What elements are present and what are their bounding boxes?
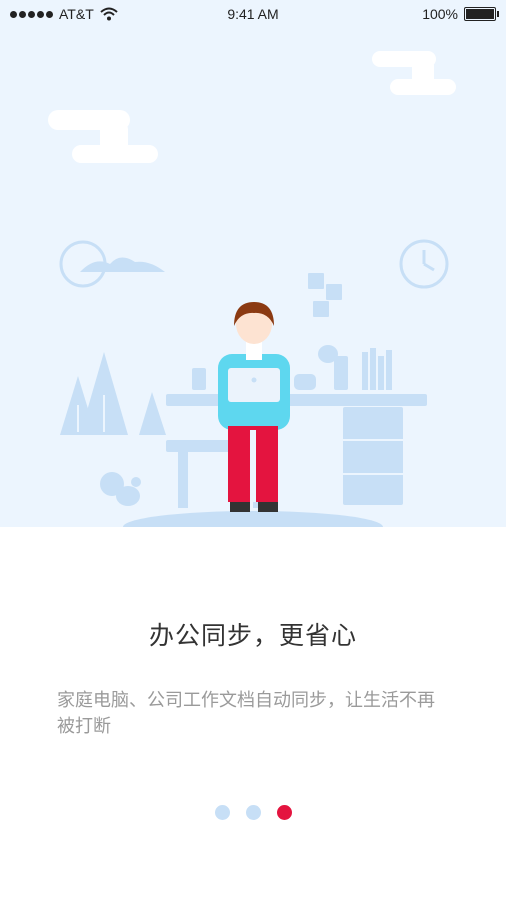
clock-icon	[399, 239, 449, 289]
battery-icon	[464, 7, 499, 21]
floor-shadow	[123, 511, 383, 527]
page-dot-1[interactable]	[214, 805, 230, 820]
battery-percentage: 100%	[422, 6, 458, 22]
document-icon	[308, 273, 342, 317]
page-dot-2[interactable]	[245, 805, 261, 820]
onboarding-title: 办公同步，更省心	[148, 621, 357, 650]
office-illustration	[48, 51, 456, 527]
tree-icon	[60, 352, 166, 435]
onboarding-description: 家庭电脑、公司工作文档自动同步，让生活不再被打断	[57, 690, 435, 737]
cloud-icon	[80, 257, 165, 272]
status-bar: AT&T 9:41 AM 100%	[0, 0, 506, 28]
hero-illustration-area: AT&T 9:41 AM 100%	[0, 0, 506, 527]
squirrel-icon	[100, 472, 141, 506]
battery-group: 100%	[422, 6, 499, 22]
page-dot-3-active[interactable]	[276, 805, 292, 820]
cloud-icon	[48, 51, 456, 163]
page-indicator[interactable]	[0, 805, 506, 820]
person-icon	[218, 302, 290, 512]
desk-icon	[166, 394, 427, 508]
